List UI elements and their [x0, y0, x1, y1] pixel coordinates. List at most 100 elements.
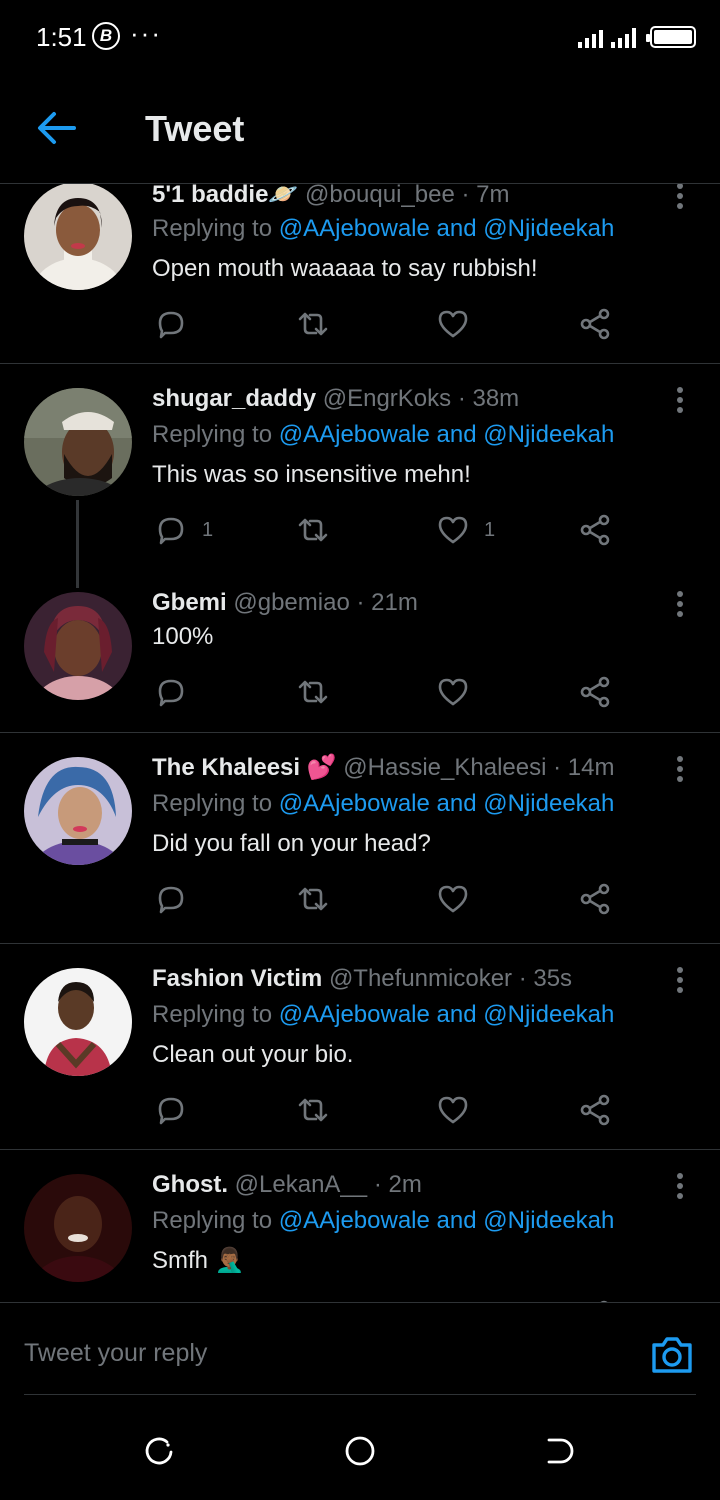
mention-link[interactable]: @Njideekah	[483, 215, 614, 242]
tweet-actions: 1 1	[152, 510, 632, 550]
retweet-icon[interactable]	[296, 510, 330, 550]
timestamp: · 21m	[356, 589, 418, 616]
retweet-icon[interactable]	[296, 304, 330, 344]
more-vertical-icon[interactable]	[670, 184, 690, 216]
display-name[interactable]: 5'1 baddie	[152, 184, 268, 208]
home-icon[interactable]	[343, 1434, 377, 1468]
heart-icon[interactable]: 1	[436, 510, 495, 550]
mention-link[interactable]: @Njideekah	[483, 790, 614, 817]
reply-feed[interactable]: 5'1 baddie🪐 @bouqui_bee · 7m Replying to…	[0, 184, 720, 1302]
retweet-icon[interactable]	[296, 672, 330, 712]
tweet-item[interactable]: shugar_daddy @EngrKoks · 38m Replying to…	[0, 364, 720, 588]
battery-icon	[646, 26, 696, 48]
tweet-author-row: 5'1 baddie🪐 @bouqui_bee · 7m	[152, 184, 660, 212]
signal-icon-2	[611, 26, 636, 48]
retweet-icon[interactable]	[296, 1090, 330, 1130]
mention-link[interactable]: @AAjebowale	[279, 421, 430, 448]
display-name[interactable]: Gbemi	[152, 589, 227, 616]
tweet-item[interactable]: Ghost. @LekanA__ · 2m Replying to @AAjeb…	[0, 1150, 720, 1302]
mention-link[interactable]: @AAjebowale	[279, 790, 430, 817]
display-name[interactable]: Ghost.	[152, 1171, 228, 1198]
share-icon[interactable]	[578, 304, 612, 344]
avatar[interactable]	[24, 757, 132, 865]
reply-icon[interactable]	[154, 1090, 202, 1130]
camera-icon[interactable]	[650, 1333, 694, 1377]
tweet-item[interactable]: 5'1 baddie🪐 @bouqui_bee · 7m Replying to…	[0, 184, 720, 364]
mention-link[interactable]: @Njideekah	[483, 421, 614, 448]
avatar[interactable]	[24, 388, 132, 496]
more-vertical-icon[interactable]	[670, 384, 690, 420]
tweet-author-row: Fashion Victim @Thefunmicoker · 35s	[152, 962, 660, 996]
reply-input[interactable]: Tweet your reply	[24, 1339, 207, 1368]
mention-and: and	[436, 790, 477, 817]
display-name[interactable]: Fashion Victim	[152, 965, 322, 992]
reply-icon[interactable]	[154, 879, 202, 919]
replying-prefix: Replying to	[152, 790, 273, 817]
mention-link[interactable]: @AAjebowale	[279, 215, 430, 242]
handle: @Hassie_Khaleesi	[343, 754, 547, 781]
tweet-author-row: The Khaleesi 💕 @Hassie_Khaleesi · 14m	[152, 751, 660, 785]
replying-to: Replying to @AAjebowale and @Njideekah	[152, 212, 614, 246]
display-name[interactable]: The Khaleesi	[152, 754, 300, 781]
reply-icon[interactable]	[154, 672, 202, 712]
status-bar: 1:51 B ···	[0, 0, 720, 72]
more-vertical-icon[interactable]	[670, 1170, 690, 1206]
heart-icon[interactable]	[436, 672, 484, 712]
mention-link[interactable]: @AAjebowale	[279, 1207, 430, 1234]
thread-line	[76, 500, 79, 588]
share-icon[interactable]	[578, 879, 612, 919]
mention-link[interactable]: @AAjebowale	[279, 1001, 430, 1028]
avatar[interactable]	[24, 1174, 132, 1282]
share-icon[interactable]	[578, 1090, 612, 1130]
replying-prefix: Replying to	[152, 1001, 273, 1028]
display-name[interactable]: shugar_daddy	[152, 385, 316, 412]
heart-icon[interactable]	[436, 879, 484, 919]
handle: @EngrKoks	[322, 385, 452, 412]
reply-icon[interactable]: 1	[154, 510, 213, 550]
tweet-item[interactable]: Fashion Victim @Thefunmicoker · 35s Repl…	[0, 944, 720, 1150]
page-title: Tweet	[145, 108, 245, 149]
like-count: 1	[484, 518, 496, 541]
avatar[interactable]	[24, 184, 132, 290]
facepalm-emoji: 🤦🏾‍♂️	[214, 1247, 245, 1274]
top-header: Tweet	[0, 72, 720, 184]
replying-prefix: Replying to	[152, 215, 273, 242]
mention-and: and	[436, 1207, 477, 1234]
recent-apps-icon[interactable]	[143, 1434, 177, 1468]
back-icon[interactable]	[543, 1434, 577, 1468]
reply-count: 1	[202, 518, 214, 541]
tweet-item[interactable]: The Khaleesi 💕 @Hassie_Khaleesi · 14m Re…	[0, 733, 720, 943]
tweet-actions	[152, 672, 632, 712]
share-icon[interactable]	[578, 510, 612, 550]
more-vertical-icon[interactable]	[670, 588, 690, 624]
timestamp: · 2m	[373, 1171, 422, 1198]
replying-prefix: Replying to	[152, 421, 273, 448]
tweet-item[interactable]: Gbemi @gbemiao · 21m 100%	[0, 586, 720, 732]
tweet-actions	[152, 879, 632, 919]
retweet-icon[interactable]	[296, 879, 330, 919]
avatar[interactable]	[24, 592, 132, 700]
handle: @Thefunmicoker	[328, 965, 513, 992]
back-arrow-icon[interactable]	[34, 108, 78, 148]
status-b-icon: B	[92, 22, 120, 50]
reply-icon[interactable]	[154, 304, 202, 344]
heart-icon[interactable]	[436, 1090, 484, 1130]
reply-composer: Tweet your reply	[0, 1302, 720, 1395]
more-vertical-icon[interactable]	[670, 964, 690, 1000]
timestamp: · 14m	[553, 754, 615, 781]
avatar[interactable]	[24, 968, 132, 1076]
status-indicators	[578, 22, 696, 48]
more-vertical-icon[interactable]	[670, 753, 690, 789]
replying-to: Replying to @AAjebowale and @Njideekah	[152, 787, 614, 821]
heart-icon[interactable]	[436, 304, 484, 344]
tweet-text: Did you fall on your head?	[152, 830, 431, 857]
share-icon[interactable]	[578, 672, 612, 712]
mention-and: and	[436, 421, 477, 448]
handle: @bouqui_bee	[304, 184, 455, 208]
tweet-author-row: Ghost. @LekanA__ · 2m	[152, 1168, 660, 1202]
mention-link[interactable]: @Njideekah	[483, 1207, 614, 1234]
handle: @LekanA__	[234, 1171, 368, 1198]
mention-link[interactable]: @Njideekah	[483, 1001, 614, 1028]
status-time: 1:51	[36, 22, 87, 52]
tweet-actions	[152, 1090, 632, 1130]
